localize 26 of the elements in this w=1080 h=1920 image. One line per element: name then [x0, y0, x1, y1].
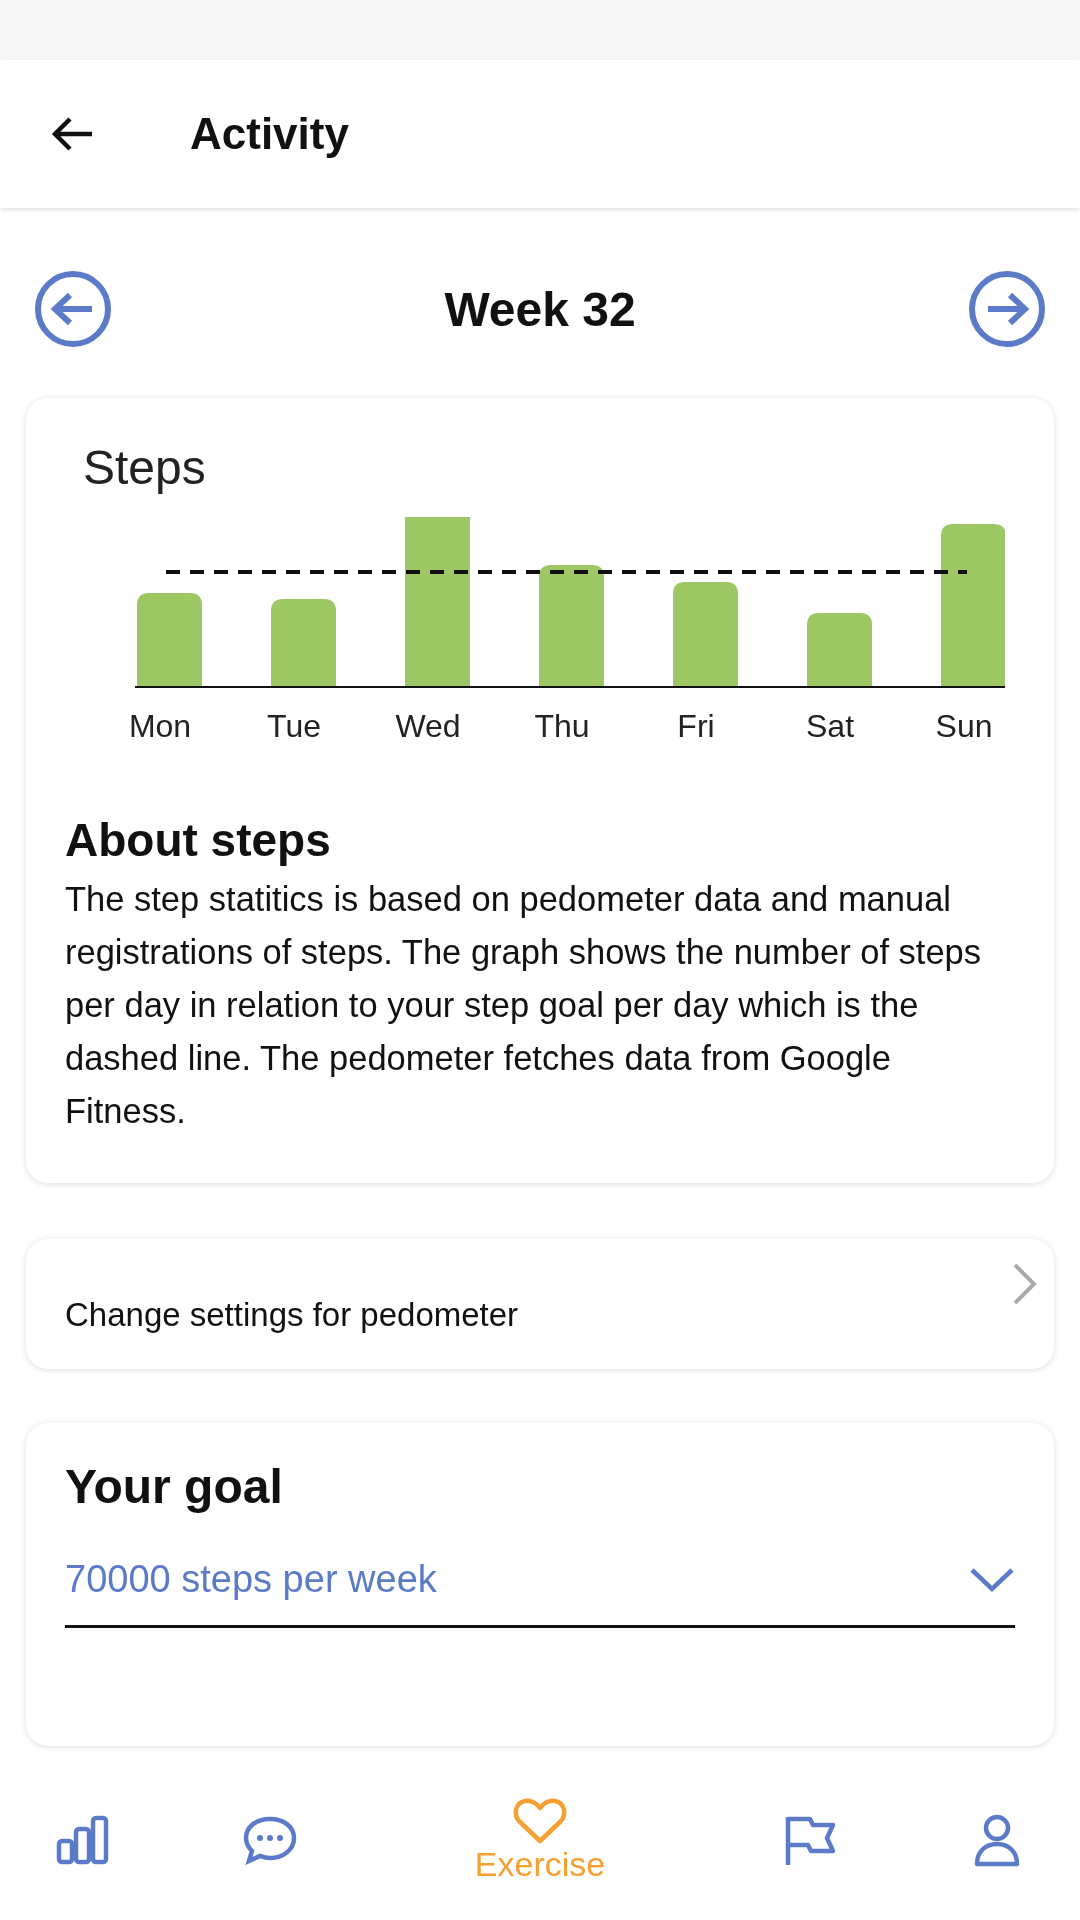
day-label: Fri: [676, 708, 716, 745]
heart-icon: [513, 1796, 567, 1845]
goal-dropdown[interactable]: 70000 steps per week: [65, 1558, 1015, 1628]
day-label: Thu: [533, 708, 591, 745]
pedometer-settings-link[interactable]: Change settings for pedometer: [26, 1239, 1054, 1369]
screen-title: Activity: [190, 109, 349, 159]
bar-chart-icon: [56, 1815, 111, 1865]
day-label: Tue: [266, 708, 322, 745]
day-label: Sat: [805, 708, 855, 745]
nav-tab[interactable]: [56, 1815, 111, 1865]
week-label: Week 32: [444, 281, 636, 337]
chevron-down-icon: [969, 1565, 1015, 1594]
card-title: Steps: [83, 440, 207, 495]
person-icon: [972, 1813, 1021, 1867]
description-paragraph: The step statitics is based on pedometer data and manual registrations of steps. The graph shows the number of steps per day in relation to your step goal per day which is the dashed line. The pedometer fetches data from Google Fitness.: [65, 879, 983, 1132]
section-heading: About steps: [65, 813, 332, 867]
nav-tab[interactable]: [972, 1813, 1021, 1867]
day-label: Wed: [394, 708, 462, 745]
previous-week-button[interactable]: [34, 270, 112, 348]
day-label: Mon: [127, 708, 193, 745]
nav-tab[interactable]: Exercise: [474, 1796, 606, 1884]
card-title: Your goal: [65, 1459, 284, 1514]
day-label: Sun: [934, 708, 994, 745]
next-week-button[interactable]: [968, 270, 1046, 348]
nav-tab[interactable]: [242, 1815, 298, 1865]
chat-bubble-icon: [242, 1815, 298, 1865]
